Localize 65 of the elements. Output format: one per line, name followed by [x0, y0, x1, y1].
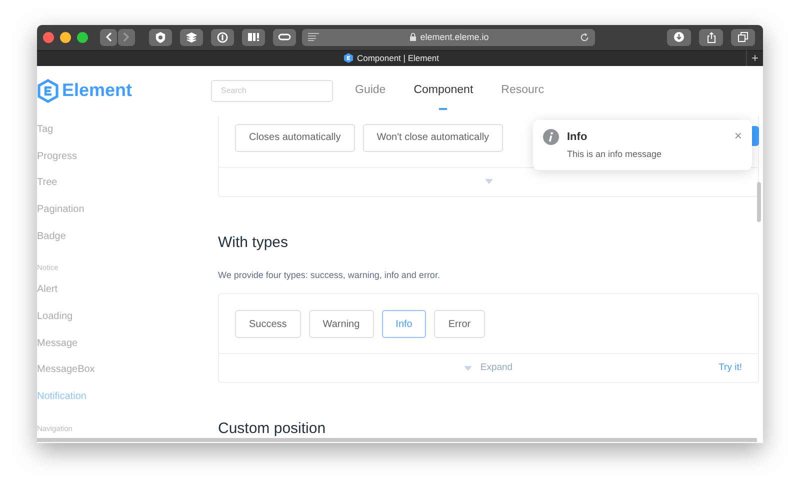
section-heading: Custom position	[218, 420, 327, 438]
sidebar-item[interactable]: MessageBox	[37, 362, 95, 378]
close-window-icon[interactable]	[43, 32, 54, 43]
hexagon-logo-icon	[37, 78, 59, 103]
share-icon	[706, 32, 716, 43]
shield-extension-button[interactable]	[149, 28, 172, 46]
sidebar-item[interactable]: Progress	[37, 148, 78, 164]
minimize-window-icon[interactable]	[60, 32, 71, 43]
sidebar-item[interactable]: Alert	[37, 282, 58, 298]
nav-link[interactable]: Component	[400, 66, 488, 116]
sidebar-item[interactable]: Notification	[37, 389, 86, 404]
search-field[interactable]: Search	[211, 80, 333, 102]
browser-tab[interactable]: Component | Element	[37, 50, 746, 66]
hexagon-logo-icon	[344, 53, 353, 64]
element-logo[interactable]: Element	[37, 77, 211, 104]
demo-button[interactable]: Info	[382, 310, 426, 338]
notification-title: Info	[567, 130, 588, 145]
horizontal-scrollbar[interactable]	[37, 438, 757, 442]
bookmark-logo-icon	[247, 32, 260, 42]
link-extension-button[interactable]	[273, 28, 296, 46]
password-extension-button[interactable]	[211, 28, 234, 46]
forward-button[interactable]	[118, 28, 135, 46]
expand-link[interactable]: Expand	[480, 361, 513, 376]
layers-icon	[186, 32, 197, 43]
sidebar-item[interactable]: Tree	[37, 175, 58, 190]
demo-button[interactable]: Warning	[308, 310, 374, 338]
info-icon	[543, 128, 559, 145]
sidebar-item[interactable]: Badge	[37, 228, 66, 244]
section-description: We provide four types: success, warning, info and error.	[218, 268, 441, 282]
layers-extension-button[interactable]	[180, 28, 203, 46]
url-text: element.eleme.io	[420, 30, 489, 44]
link-icon	[278, 33, 291, 42]
demo-button[interactable]: Error	[434, 310, 485, 338]
demo-button[interactable]: Success	[235, 310, 301, 338]
share-button[interactable]	[699, 28, 723, 46]
lock-icon	[410, 33, 416, 42]
bookmark-extension-button[interactable]	[242, 28, 265, 46]
nav-link[interactable]: Guide	[341, 66, 400, 116]
demo-button[interactable]: Closes automatically	[235, 124, 355, 152]
sidebar-item[interactable]: Tag	[37, 122, 54, 137]
section-heading: With types	[218, 234, 290, 252]
try-it-link[interactable]: Try it!	[718, 361, 742, 376]
address-bar[interactable]: element.eleme.io	[302, 28, 595, 46]
shield-icon	[155, 32, 166, 43]
nav-link[interactable]: Resourc	[487, 66, 558, 116]
tabs-icon	[738, 32, 748, 42]
key-circle-icon	[217, 32, 228, 43]
sidebar-item[interactable]: Pagination	[37, 202, 84, 217]
tabs-overview-button[interactable]	[731, 28, 755, 46]
notification-message: This is an info message	[567, 148, 663, 162]
caret-down-icon	[464, 366, 472, 371]
chevron-right-icon	[123, 32, 130, 42]
new-tab-button[interactable]: +	[746, 50, 763, 66]
chevron-left-icon	[106, 32, 112, 42]
vertical-scrollbar[interactable]	[757, 182, 761, 222]
reader-icon[interactable]	[308, 33, 319, 42]
sidebar-item[interactable]: Message	[37, 336, 78, 351]
zoom-window-icon[interactable]	[77, 32, 88, 43]
reload-icon[interactable]	[580, 32, 589, 42]
download-icon	[674, 32, 684, 42]
sidebar-item[interactable]: Loading	[37, 308, 73, 324]
back-button[interactable]	[100, 28, 117, 46]
close-button[interactable]: ×	[734, 128, 742, 143]
download-button[interactable]	[667, 28, 691, 46]
demo-button[interactable]: Won't close automatically	[362, 124, 504, 152]
